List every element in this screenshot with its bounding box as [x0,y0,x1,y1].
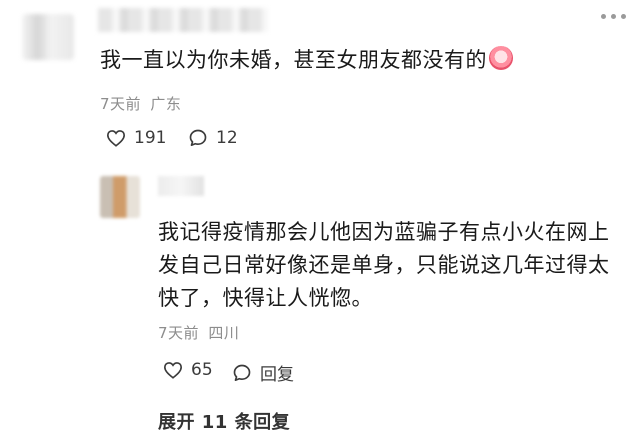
reply-count: 12 [216,128,238,148]
comment-body: 我一直以为你未婚，甚至女朋友都没有的 [100,48,487,72]
reply-text: 我记得疫情那会儿他因为蓝骗子有点小火在网上 发自己日常好像还是单身，只能说这几年… [158,216,610,315]
reply-commenter-name[interactable] [158,176,204,196]
reply-time: 7天前 [158,324,200,342]
heart-icon [106,130,126,147]
reply-label: 回复 [260,365,294,385]
dot [621,14,626,19]
crying-clown-emoji-icon [489,46,513,70]
comment-location: 广东 [150,95,182,113]
like-count: 191 [134,128,167,148]
commenter-name[interactable] [98,8,268,32]
dot [611,14,616,19]
reply-meta: 7天前 四川 [158,322,239,343]
comment-bubble-icon [189,129,207,146]
comment-bubble-icon [233,364,251,381]
reply-text-line: 我记得疫情那会儿他因为蓝骗子有点小火在网上 [158,220,610,244]
expand-replies-link[interactable]: 展开 11 条回复 [158,408,290,434]
heart-icon [163,362,183,379]
comment-text: 我一直以为你未婚，甚至女朋友都没有的 [100,46,513,74]
reply-like-button[interactable]: 65 [163,360,213,380]
more-options-icon[interactable] [601,14,626,19]
reply-text-line: 发自己日常好像还是单身，只能说这几年过得太 [158,253,610,277]
dot [601,14,606,19]
reply-like-count: 65 [191,360,213,380]
comment-meta: 7天前 广东 [100,93,181,114]
reply-location: 四川 [208,324,240,342]
comment-time: 7天前 [100,95,142,113]
like-button[interactable]: 191 [106,128,166,148]
reply-avatar[interactable] [100,176,140,218]
commenter-avatar[interactable] [22,14,74,60]
reply-count-button[interactable]: 12 [188,128,238,148]
reply-text-line: 快了，快得让人恍惚。 [158,286,373,310]
reply-button[interactable]: 回复 [232,360,294,385]
